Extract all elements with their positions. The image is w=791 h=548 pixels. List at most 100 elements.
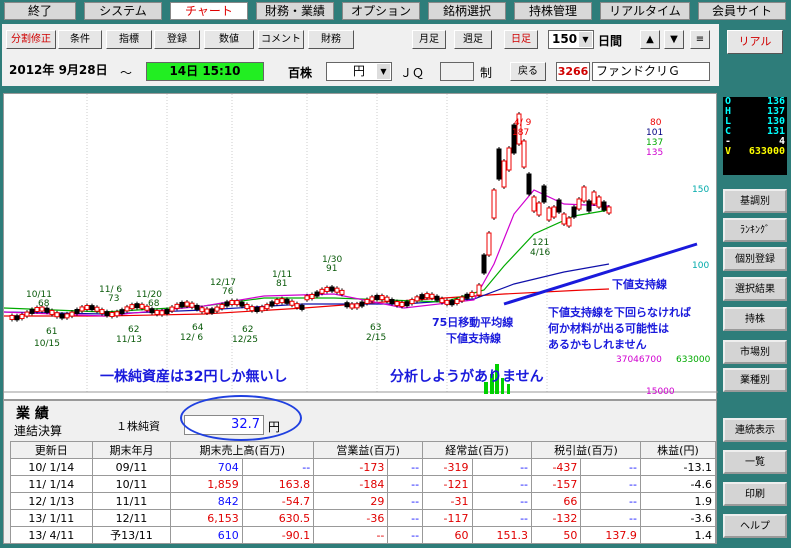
th-operating: 営業益(百万) — [313, 441, 424, 459]
indicator-button[interactable]: 指標 — [106, 30, 152, 49]
ohlc-close: C 131 — [725, 126, 785, 137]
menu-finance[interactable]: 財務・業績 — [256, 2, 334, 20]
th-update: 更新日 — [10, 441, 93, 459]
side-print-button[interactable]: 印刷 — [723, 482, 787, 506]
table-cell: -- — [387, 526, 424, 544]
menu-member-site[interactable]: 会員サイト — [698, 2, 786, 20]
candle — [299, 304, 305, 310]
table-cell: -173 — [313, 458, 389, 476]
scroll-down-button[interactable]: ▼ — [664, 30, 684, 49]
candle — [279, 298, 285, 304]
candle — [364, 298, 370, 304]
bps-label: １株純資 — [116, 420, 160, 433]
table-cell: -- — [313, 526, 389, 544]
real-button[interactable]: リアル — [727, 30, 783, 54]
candle — [561, 213, 567, 225]
candle — [571, 206, 577, 218]
days-select[interactable]: 150 ▼ — [548, 30, 594, 49]
monthly-button[interactable]: 月足 — [412, 30, 446, 49]
side-register-button[interactable]: 個別登録 — [723, 247, 787, 271]
daily-button[interactable]: 日足 — [504, 30, 538, 49]
table-cell: -4.6 — [639, 475, 717, 493]
candle — [164, 309, 170, 315]
table-row[interactable]: 13/ 4/11 予13/11 610 -90.1 -- -- 60 151.3 50 137.9… — [10, 526, 717, 544]
menu-system[interactable]: システム — [84, 2, 162, 20]
table-row[interactable]: 13/ 1/11 12/11 6,153 630.5 -36 -- -117 -- -132 --… — [10, 509, 717, 527]
financial-button[interactable]: 財務 — [308, 30, 354, 49]
candle — [476, 284, 482, 296]
fin-title: 業 績 — [16, 406, 49, 422]
stock-chart[interactable]: 4/ 9 187 80 101 137 135 150 100 10/11 68 … — [3, 93, 718, 400]
candle — [119, 309, 125, 315]
values-button[interactable]: 数値 — [204, 30, 254, 49]
candle — [264, 304, 270, 310]
candle — [409, 299, 415, 305]
menu-option[interactable]: オプション — [342, 2, 420, 20]
table-row[interactable]: 12/ 1/13 11/11 842 -54.7 29 -- -31 -- 66 -- 1.9 — [10, 492, 717, 510]
chart-grid — [86, 94, 548, 394]
side-market-button[interactable]: 市場別 — [723, 340, 787, 364]
candle — [469, 291, 475, 297]
range-tilde: 〜 — [120, 66, 133, 80]
side-help-button[interactable]: ヘルプ — [723, 514, 787, 538]
date-to[interactable]: 14日 15:10 — [146, 62, 264, 81]
candle — [179, 301, 185, 307]
scroll-up-button[interactable]: ▲ — [640, 30, 660, 49]
menu-chart[interactable]: チャート — [170, 2, 248, 20]
candle — [294, 303, 300, 309]
candle — [254, 306, 260, 312]
menu-exit[interactable]: 終了 — [4, 2, 76, 20]
candle — [29, 308, 35, 314]
table-row[interactable]: 11/ 1/14 10/11 1,859 163.8 -184 -- -121 -- -157-… — [10, 475, 717, 493]
candle — [521, 140, 527, 168]
candle — [124, 306, 130, 312]
side-industry-button[interactable]: 業種別 — [723, 368, 787, 392]
menu-realtime[interactable]: リアルタイム — [600, 2, 690, 20]
menu-stock-select[interactable]: 銘柄選択 — [428, 2, 506, 20]
ll-3-val: 64 — [192, 323, 204, 333]
candle — [219, 303, 225, 309]
candle — [149, 308, 155, 314]
menu-holdings[interactable]: 持株管理 — [514, 2, 592, 20]
side-holdings-button[interactable]: 持株 — [723, 307, 787, 331]
condition-button[interactable]: 条件 — [58, 30, 102, 49]
annotation-note-1: 下値支持線を下回らなければ — [548, 306, 691, 319]
table-cell: -13.1 — [639, 458, 717, 476]
weekly-button[interactable]: 週足 — [454, 30, 492, 49]
candle — [491, 189, 497, 219]
candle — [14, 315, 20, 321]
register-button[interactable]: 登録 — [154, 30, 200, 49]
table-cell: 予13/11 — [91, 526, 172, 544]
side-list-button[interactable]: 一覧 — [723, 450, 787, 474]
candle — [329, 286, 335, 292]
ohlc-volume: V 633000 — [725, 146, 785, 157]
side-ranking-button[interactable]: ﾗﾝｷﾝｸﾞ — [723, 218, 787, 242]
annotation-big-1: 一株純資産は32円しか無いし — [100, 369, 288, 385]
candle — [581, 186, 587, 202]
ll-2-date: 11/13 — [116, 335, 142, 345]
side-result-button[interactable]: 選択結果 — [723, 277, 787, 301]
back-button[interactable]: 戻る — [510, 62, 546, 81]
menu-bar: 終了 システム チャート 財務・業績 オプション 銘柄選択 持株管理 リアルタイ… — [0, 0, 791, 22]
side-continuous-button[interactable]: 連続表示 — [723, 418, 787, 442]
currency-select[interactable]: 円 ▼ — [326, 62, 392, 81]
candle — [566, 217, 572, 227]
candle — [531, 196, 537, 212]
stock-code[interactable]: 3266 — [556, 62, 590, 81]
candle — [414, 296, 420, 302]
side-trend-button[interactable]: 基調別 — [723, 189, 787, 213]
candle — [114, 311, 120, 317]
candle — [249, 306, 255, 312]
annotation-support-1: 下値支持線 — [612, 278, 667, 291]
table-row[interactable]: 10/ 1/14 09/11 704 -- -173 -- -319 -- -437 -- -13.… — [10, 458, 717, 476]
candle — [324, 286, 330, 292]
system-label: 制 — [480, 66, 493, 80]
candle — [526, 173, 532, 195]
candle — [104, 311, 110, 317]
market-field[interactable] — [440, 62, 474, 81]
table-cell: -- — [471, 509, 533, 527]
date-from[interactable]: 2012年 9月28日 — [6, 62, 118, 81]
menu-icon[interactable]: ≡ — [690, 30, 710, 49]
split-adjust-button[interactable]: 分割修正 — [6, 30, 56, 49]
comment-button[interactable]: コメント — [258, 30, 304, 49]
